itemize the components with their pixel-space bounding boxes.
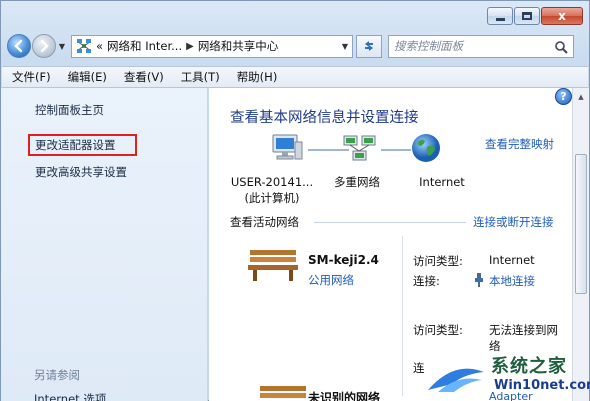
node-label-computer: USER-20141... (此计算机) [230, 175, 314, 205]
full-map-link[interactable]: 查看完整映射 [485, 136, 554, 152]
connection-link[interactable]: 本地连接 [473, 273, 535, 289]
sidebar-item-internet-options[interactable]: Internet 选项 [34, 391, 106, 401]
maximize-button[interactable] [514, 7, 540, 25]
breadcrumb-overflow[interactable]: « [96, 39, 103, 53]
address-bar[interactable]: « 网络和 Inter... ▶ 网络和共享中心 ▼ [71, 34, 353, 58]
node-label-internet: Internet [419, 175, 465, 189]
search-icon[interactable] [554, 40, 568, 54]
network-name: SM-keji2.4 [308, 253, 379, 267]
see-also-heading: 另请参阅 [34, 368, 80, 382]
computer-icon[interactable] [269, 132, 305, 164]
vertical-divider [402, 236, 403, 396]
globe-icon[interactable] [410, 132, 442, 164]
forward-button[interactable] [32, 34, 56, 58]
navigation-bar: ▼ « 网络和 Inter... ▶ 网络和共享中心 ▼ 搜索控制面板 [7, 31, 583, 61]
help-icon[interactable]: ? [555, 88, 572, 105]
breadcrumb-separator-icon[interactable]: ▶ [186, 41, 194, 52]
menu-file[interactable]: 文件(F) [12, 69, 51, 85]
breadcrumb-item[interactable]: 网络和 Inter... [107, 38, 182, 54]
highlight-box [28, 134, 137, 156]
minimize-icon [495, 17, 505, 21]
back-button[interactable] [7, 34, 31, 58]
menu-edit[interactable]: 编辑(E) [68, 69, 107, 85]
menu-bar: 文件(F) 编辑(E) 查看(V) 工具(T) 帮助(H) [2, 66, 588, 88]
ethernet-icon [475, 273, 483, 287]
connection-label: 连 [413, 361, 425, 375]
bench-icon [248, 250, 298, 281]
refresh-icon [365, 41, 373, 51]
page-title: 查看基本网络信息并设置连接 [230, 110, 419, 126]
recent-pages-dropdown[interactable]: ▼ [57, 34, 67, 58]
sidebar-item-advanced-sharing[interactable]: 更改高级共享设置 [35, 164, 127, 180]
network-name: 未识别的网络 [308, 391, 381, 401]
back-arrow-icon [14, 39, 23, 53]
network-center-icon [77, 39, 91, 53]
search-box[interactable]: 搜索控制面板 [388, 34, 574, 58]
close-icon: x [558, 9, 566, 23]
connection-label: 连接: [413, 274, 440, 288]
sidebar-item-control-panel-home[interactable]: 控制面板主页 [35, 102, 104, 118]
refresh-button[interactable] [356, 34, 382, 58]
watermark-url: Win10net.com [494, 378, 590, 393]
connection-line [381, 149, 411, 151]
access-type-label: 访问类型: [413, 254, 463, 268]
connect-disconnect-link[interactable]: 连接或断开连接 [473, 214, 554, 230]
maximize-icon [522, 12, 532, 20]
section-divider [314, 222, 466, 223]
menu-tools[interactable]: 工具(T) [181, 69, 220, 85]
watermark-title: 系统之家 [491, 356, 567, 377]
access-type-label: 访问类型: [413, 323, 463, 337]
menu-view[interactable]: 查看(V) [124, 69, 164, 85]
forward-arrow-icon [40, 39, 49, 53]
bench-icon [260, 386, 306, 398]
scroll-up-icon[interactable]: ▲ [573, 88, 589, 105]
node-label-multiple-networks: 多重网络 [334, 175, 380, 189]
window-caption-buttons: x [486, 7, 583, 25]
active-networks-heading: 查看活动网络 [230, 215, 299, 229]
access-type-value: Internet [489, 253, 535, 267]
network-icon[interactable] [342, 134, 378, 164]
scrollbar-thumb[interactable] [575, 154, 587, 294]
minimize-button[interactable] [487, 7, 513, 25]
network-type-link[interactable]: 公用网络 [308, 272, 354, 288]
search-placeholder: 搜索控制面板 [394, 39, 463, 53]
breadcrumb-item[interactable]: 网络和共享中心 [198, 38, 279, 54]
address-dropdown-icon[interactable]: ▼ [342, 42, 348, 51]
menu-help[interactable]: 帮助(H) [237, 69, 278, 85]
close-button[interactable]: x [541, 7, 583, 25]
